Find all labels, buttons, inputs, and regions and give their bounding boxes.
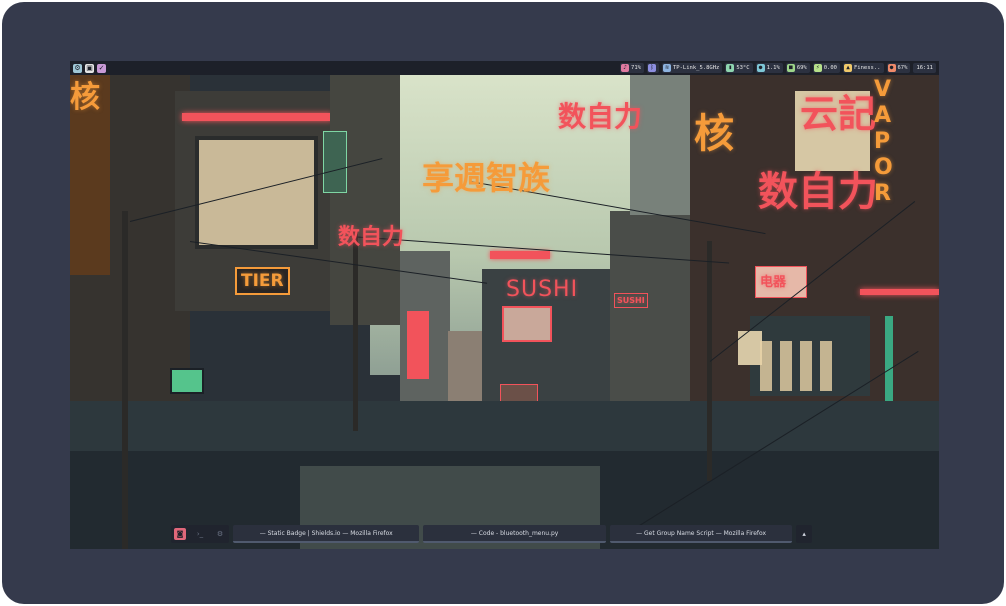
terminal-icon[interactable]: ▣: [85, 63, 94, 73]
memory-icon: ■: [786, 64, 795, 72]
music-icon: ▲: [844, 64, 852, 72]
wallpaper-pole: [122, 211, 128, 549]
wifi-module[interactable]: ≋ TP-Link_5.8GHz: [661, 63, 723, 73]
wallpaper-window: [502, 306, 552, 342]
power-module[interactable]: ⚡ 0.00: [812, 63, 840, 73]
taskbar: ◙ ›_ ⚙ — Static Badge | Shields.io — Moz…: [171, 524, 812, 544]
wallpaper-sign-text: 电器: [760, 275, 787, 290]
desktop-screen: 核 数自力 享週智族 数自力 核 云記 数自力 电器 VAPOR SUSHI S…: [70, 61, 939, 549]
wallpaper-neon-strip: [860, 289, 939, 295]
wallpaper-neon-strip: [490, 251, 550, 259]
wallpaper-pole: [353, 231, 358, 431]
wallpaper-sign-text: SUSHI: [506, 277, 579, 302]
memory-module[interactable]: ■ 69%: [785, 63, 810, 73]
media-module[interactable]: ▲ Finess..: [843, 63, 884, 73]
settings-icon[interactable]: ⚙: [73, 63, 82, 73]
wallpaper-sign-text: 数自力: [558, 100, 643, 133]
wallpaper-neon-panel: [407, 311, 429, 379]
wallpaper-sign-text: 享週智族: [422, 159, 551, 197]
check-icon[interactable]: ✓: [97, 63, 106, 73]
wallpaper-building: [330, 75, 400, 325]
bluetooth-icon: ᛒ: [647, 64, 656, 72]
wifi-icon: ≋: [662, 64, 671, 72]
desktop-frame: 核 数自力 享週智族 数自力 核 云記 数自力 电器 VAPOR SUSHI S…: [2, 2, 1004, 604]
temperature-module[interactable]: ▮ 53°C: [725, 63, 753, 73]
wallpaper-sign-text: 云記: [800, 92, 877, 136]
wallpaper-sign: [170, 368, 204, 394]
volume-icon: ♪: [621, 64, 630, 72]
wallpaper-window: [195, 136, 318, 249]
cpu-module[interactable]: ● 1.1%: [755, 63, 783, 73]
wallpaper-sign-text: VAPOR: [874, 77, 893, 206]
workspace-list: ⚙ ▣ ✓: [70, 63, 106, 73]
wallpaper-sign-text: SUSHI: [614, 293, 648, 308]
wallpaper-sign-text: 核: [70, 80, 100, 115]
settings-icon[interactable]: ⚙: [214, 528, 226, 540]
terminal-icon[interactable]: ›_: [194, 528, 206, 540]
volume-module[interactable]: ♪ 71%: [620, 63, 644, 73]
taskbar-launchers: ◙ ›_ ⚙: [171, 525, 229, 543]
taskbar-window-firefox-shields[interactable]: — Static Badge | Shields.io — Mozilla Fi…: [233, 525, 420, 543]
clock[interactable]: 16:11: [913, 63, 936, 73]
wallpaper-sign-text: 数自力: [338, 225, 405, 250]
battery-icon: ●: [887, 64, 896, 72]
top-bar: ⚙ ▣ ✓ ♪ 71% ᛒ ≋ TP-Link_5.8GHz ▮ 53°C ● 1.1%…: [70, 61, 939, 75]
wallpaper-neon-strip: [182, 113, 332, 121]
wallpaper-sign: [323, 131, 347, 193]
wallpaper-sign-text: 数自力: [758, 169, 878, 215]
taskbar-window-firefox-script[interactable]: — Get Group Name Script — Mozilla Firefo…: [609, 525, 793, 543]
chevron-up-icon: ▴: [802, 530, 806, 538]
thermometer-icon: ▮: [726, 64, 735, 72]
wallpaper-windows: [760, 341, 840, 391]
bolt-icon: ⚡: [813, 64, 822, 72]
status-modules: ♪ 71% ᛒ ≋ TP-Link_5.8GHz ▮ 53°C ● 1.1% ■ 69% …: [620, 63, 939, 73]
battery-module[interactable]: ● 67%: [886, 63, 911, 73]
cpu-icon: ●: [756, 64, 765, 72]
camera-icon[interactable]: ◙: [174, 528, 186, 540]
wallpaper-sign-text: 核: [694, 111, 734, 157]
taskbar-window-code[interactable]: — Code - bluetooth_menu.py: [423, 525, 606, 543]
wallpaper-sign-text: TIER: [235, 267, 290, 295]
taskbar-menu-button[interactable]: ▴: [796, 525, 812, 543]
bluetooth-module[interactable]: ᛒ: [646, 63, 659, 73]
